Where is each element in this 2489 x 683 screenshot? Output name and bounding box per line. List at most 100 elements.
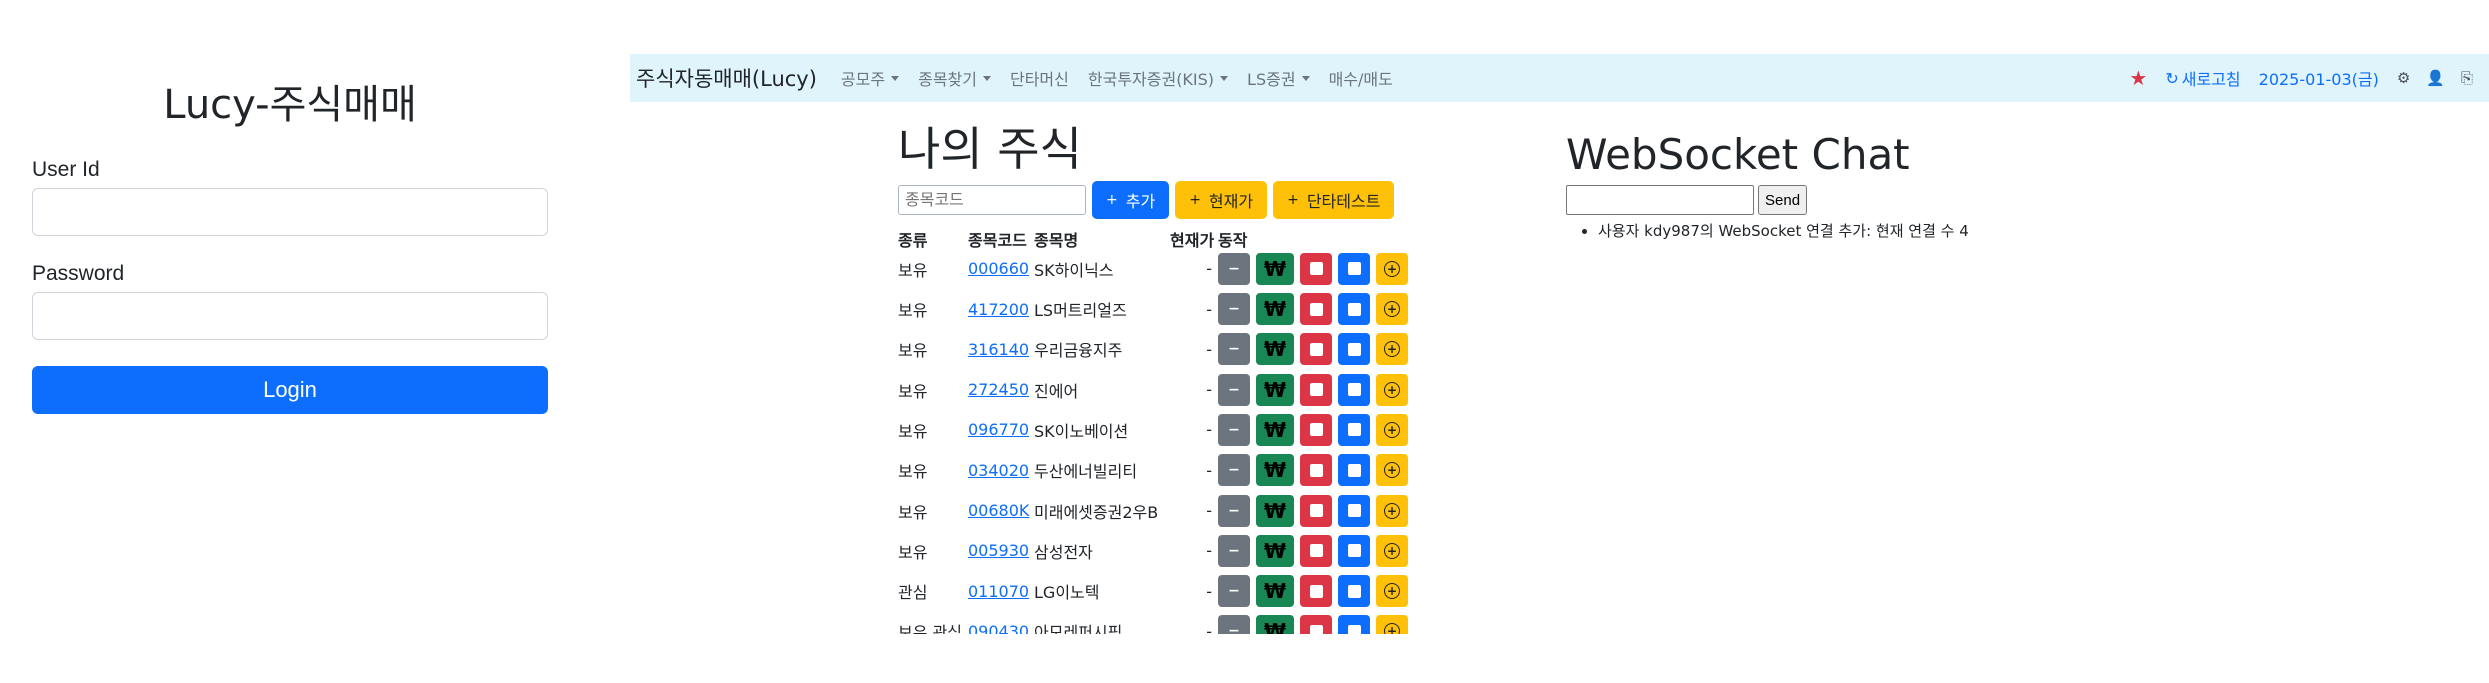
add-watch-button[interactable]: +	[1376, 413, 1408, 446]
buy-button[interactable]	[1300, 575, 1332, 608]
buy-button[interactable]	[1300, 454, 1332, 487]
stock-code-link[interactable]: 034020	[968, 461, 1029, 480]
stock-code-link[interactable]: 090430	[968, 622, 1029, 634]
stock-kind: 관심	[898, 583, 928, 603]
add-watch-button[interactable]: +	[1376, 252, 1408, 285]
star-icon[interactable]: ★	[2129, 66, 2147, 90]
add-watch-button[interactable]: +	[1376, 615, 1408, 634]
remove-stock-button[interactable]: −	[1218, 454, 1250, 487]
table-row: 보유 034020 두산에너빌리티 - − ₩ +	[898, 450, 1458, 490]
price-won-button[interactable]: ₩	[1256, 293, 1294, 326]
sell-button[interactable]	[1338, 333, 1370, 366]
stock-code-link[interactable]: 096770	[968, 420, 1029, 439]
stock-price: -	[1206, 259, 1212, 279]
buy-button[interactable]	[1300, 615, 1332, 634]
buy-icon	[1309, 262, 1323, 276]
nav-menu-kis[interactable]: 한국투자증권(KIS)	[1088, 66, 1229, 90]
remove-stock-button[interactable]: −	[1218, 575, 1250, 608]
price-won-button[interactable]: ₩	[1256, 575, 1294, 608]
remove-stock-button[interactable]: −	[1218, 413, 1250, 446]
table-row: 보유,관심 090430 아모레퍼시픽 - − ₩ +	[898, 611, 1458, 634]
login-button[interactable]: Login	[32, 366, 548, 414]
add-watch-button[interactable]: +	[1376, 575, 1408, 608]
password-label: Password	[32, 262, 125, 285]
current-price-button[interactable]: + 현재가	[1175, 180, 1268, 219]
price-won-button[interactable]: ₩	[1256, 534, 1294, 567]
table-row: 보유 096770 SK이노베이션 - − ₩ +	[898, 410, 1458, 450]
buy-button[interactable]	[1300, 373, 1332, 406]
minus-icon: −	[1228, 502, 1240, 519]
remove-stock-button[interactable]: −	[1218, 534, 1250, 567]
date-link[interactable]: 2025-01-03(금)	[2259, 66, 2379, 90]
stock-code-link[interactable]: 417200	[968, 300, 1029, 319]
daytrade-test-button[interactable]: + 단타테스트	[1273, 180, 1395, 219]
send-button[interactable]: Send	[1758, 185, 1808, 215]
stock-code-link[interactable]: 00680K	[968, 501, 1029, 520]
buy-button[interactable]	[1300, 494, 1332, 527]
nav-menu-find-stock[interactable]: 종목찾기	[918, 66, 991, 90]
add-watch-button[interactable]: +	[1376, 293, 1408, 326]
sell-button[interactable]	[1338, 373, 1370, 406]
price-won-button[interactable]: ₩	[1256, 454, 1294, 487]
header-code: 종목코드	[968, 230, 1027, 250]
remove-stock-button[interactable]: −	[1218, 615, 1250, 634]
buy-button[interactable]	[1300, 293, 1332, 326]
nav-menu-label: 단타머신	[1009, 70, 1069, 89]
price-won-button[interactable]: ₩	[1256, 373, 1294, 406]
stock-code-link[interactable]: 000660	[968, 259, 1029, 278]
add-watch-button[interactable]: +	[1376, 373, 1408, 406]
add-watch-button[interactable]: +	[1376, 333, 1408, 366]
password-input[interactable]	[32, 292, 548, 340]
won-icon: ₩	[1263, 619, 1287, 634]
buy-button[interactable]	[1300, 333, 1332, 366]
stock-name: 우리금융지주	[1034, 341, 1123, 361]
sell-button[interactable]	[1338, 454, 1370, 487]
nav-menu-buy-sell[interactable]: 매수/매도	[1329, 66, 1393, 90]
sell-button[interactable]	[1338, 293, 1370, 326]
stock-kind: 보유,관심	[898, 623, 962, 634]
user-gear-icon[interactable]: 👤	[2426, 69, 2445, 87]
price-won-button[interactable]: ₩	[1256, 333, 1294, 366]
chat-message-input[interactable]	[1566, 185, 1754, 215]
stock-code-link[interactable]: 011070	[968, 582, 1029, 601]
remove-stock-button[interactable]: −	[1218, 252, 1250, 285]
remove-stock-button[interactable]: −	[1218, 494, 1250, 527]
refresh-link[interactable]: ↻ 새로고침	[2165, 66, 2240, 90]
logout-icon[interactable]: ⎘	[2461, 69, 2473, 87]
buy-button[interactable]	[1300, 534, 1332, 567]
stock-code-link[interactable]: 316140	[968, 340, 1029, 359]
sell-button[interactable]	[1338, 534, 1370, 567]
user-id-input[interactable]	[32, 188, 548, 236]
add-stock-button[interactable]: + 추가	[1092, 180, 1170, 219]
stock-code-input[interactable]	[898, 184, 1086, 215]
nav-brand[interactable]: 주식자동매매(Lucy)	[636, 63, 817, 93]
stock-code-link[interactable]: 272450	[968, 380, 1029, 399]
price-won-button[interactable]: ₩	[1256, 615, 1294, 634]
stock-actions: − ₩ +	[1218, 575, 1414, 608]
stock-code-link[interactable]: 005930	[968, 541, 1029, 560]
buy-button[interactable]	[1300, 413, 1332, 446]
price-won-button[interactable]: ₩	[1256, 494, 1294, 527]
stock-actions: − ₩ +	[1218, 293, 1414, 326]
nav-menu-daytrade-machine[interactable]: 단타머신	[1010, 66, 1069, 90]
add-watch-button[interactable]: +	[1376, 494, 1408, 527]
sell-button[interactable]	[1338, 413, 1370, 446]
remove-stock-button[interactable]: −	[1218, 333, 1250, 366]
stock-kind: 보유	[898, 421, 928, 441]
add-watch-button[interactable]: +	[1376, 534, 1408, 567]
sell-button[interactable]	[1338, 252, 1370, 285]
buy-button[interactable]	[1300, 252, 1332, 285]
sell-button[interactable]	[1338, 615, 1370, 634]
gear-icon[interactable]: ⚙	[2397, 69, 2410, 87]
stock-code: 272450	[968, 380, 1034, 399]
remove-stock-button[interactable]: −	[1218, 373, 1250, 406]
nav-menu-ls[interactable]: LS증권	[1247, 66, 1310, 90]
remove-stock-button[interactable]: −	[1218, 293, 1250, 326]
nav-menu-ipo[interactable]: 공모주	[841, 66, 900, 90]
price-won-button[interactable]: ₩	[1256, 252, 1294, 285]
sell-button[interactable]	[1338, 575, 1370, 608]
price-won-button[interactable]: ₩	[1256, 413, 1294, 446]
sell-button[interactable]	[1338, 494, 1370, 527]
add-watch-button[interactable]: +	[1376, 454, 1408, 487]
won-icon: ₩	[1263, 337, 1287, 362]
